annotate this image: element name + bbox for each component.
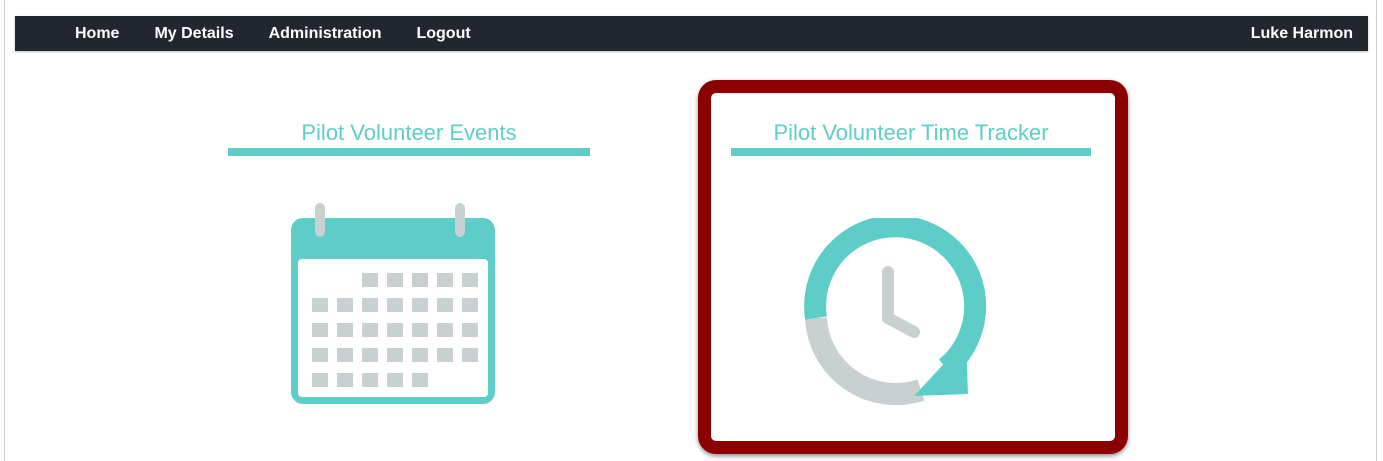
- events-tile-title[interactable]: Pilot Volunteer Events: [228, 120, 590, 148]
- nav-links: Home My Details Administration Logout: [75, 25, 506, 43]
- time-tracker-tile[interactable]: Pilot Volunteer Time Tracker: [731, 120, 1091, 156]
- page-frame: [4, 0, 1377, 461]
- events-tile-underline: [228, 148, 590, 156]
- nav-home-link[interactable]: Home: [75, 25, 119, 43]
- nav-administration-link[interactable]: Administration: [269, 25, 382, 43]
- nav-logout-link[interactable]: Logout: [416, 25, 470, 43]
- nav-my-details-link[interactable]: My Details: [154, 25, 233, 43]
- user-name-link[interactable]: Luke Harmon: [1251, 25, 1353, 43]
- time-tracker-tile-title[interactable]: Pilot Volunteer Time Tracker: [731, 120, 1091, 148]
- top-navbar: Home My Details Administration Logout Lu…: [15, 16, 1368, 51]
- events-tile[interactable]: Pilot Volunteer Events: [228, 120, 590, 156]
- time-tracker-tile-underline: [731, 148, 1091, 156]
- clock-icon[interactable]: [796, 218, 996, 408]
- calendar-icon[interactable]: [287, 198, 499, 408]
